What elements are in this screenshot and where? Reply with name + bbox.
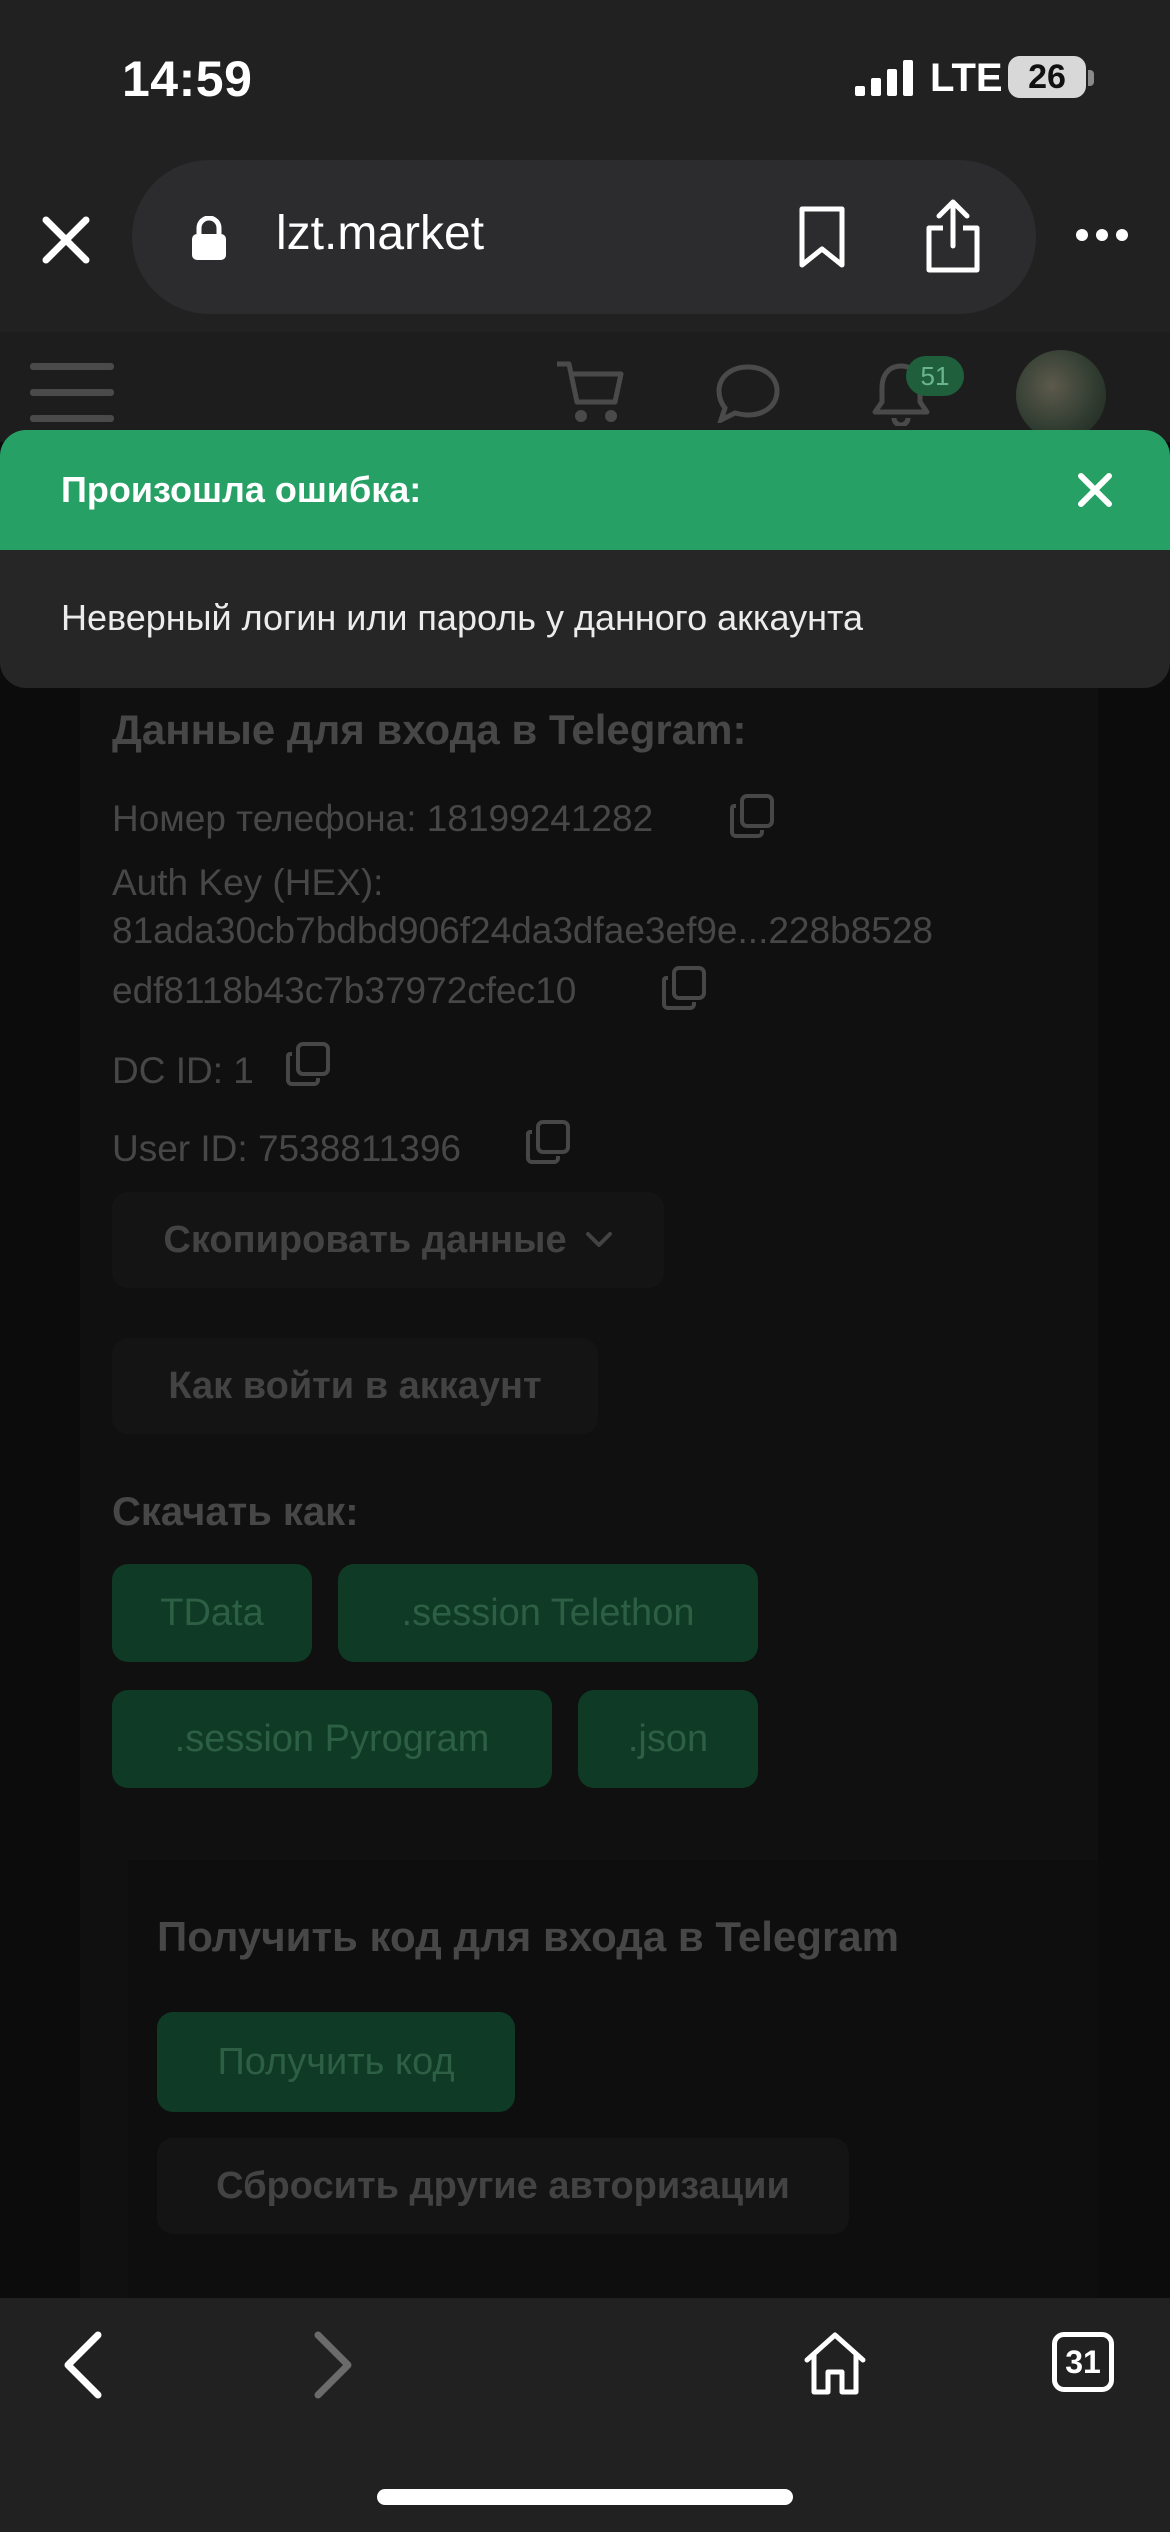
get-code-label: Получить код: [217, 2040, 455, 2083]
download-telethon-label: .session Telethon: [401, 1591, 695, 1634]
url-text[interactable]: lzt.market: [276, 206, 484, 261]
download-json-label: .json: [627, 1717, 709, 1760]
error-message: Неверный логин или пароль у данного акка…: [61, 597, 864, 638]
how-to-login-label: Как войти в аккаунт: [168, 1364, 542, 1407]
download-json-button[interactable]: .json: [578, 1690, 758, 1788]
download-tdata-button[interactable]: TData: [112, 1564, 312, 1662]
bookmark-icon[interactable]: [797, 205, 847, 269]
status-time: 14:59: [122, 51, 253, 107]
download-pyrogram-label: .session Pyrogram: [174, 1717, 490, 1760]
cart-icon[interactable]: [555, 358, 625, 426]
avatar[interactable]: [1016, 350, 1106, 440]
phone-text: Номер телефона: 18199241282: [112, 798, 654, 839]
more-icon[interactable]: [1074, 225, 1130, 245]
network-label: LTE: [930, 56, 1003, 100]
forward-icon[interactable]: [310, 2330, 356, 2400]
copy-icon[interactable]: [728, 792, 776, 840]
chat-icon[interactable]: [715, 363, 781, 423]
close-icon[interactable]: [36, 210, 96, 270]
reset-authorizations-label: Сбросить другие авторизации: [216, 2164, 790, 2207]
close-icon[interactable]: [1075, 470, 1115, 510]
get-code-button[interactable]: Получить код: [157, 2012, 515, 2112]
signal-icon: [855, 60, 913, 96]
copy-icon[interactable]: [284, 1040, 332, 1088]
copy-data-label: Скопировать данные: [163, 1218, 567, 1261]
download-pyrogram-button[interactable]: .session Pyrogram: [112, 1690, 552, 1788]
copy-icon[interactable]: [524, 1118, 572, 1166]
reset-authorizations-button[interactable]: Сбросить другие авторизации: [157, 2138, 849, 2234]
battery-icon: 26: [1008, 56, 1086, 98]
home-icon[interactable]: [802, 2330, 868, 2396]
dc-id-text: DC ID: 1: [112, 1050, 254, 1091]
how-to-login-button[interactable]: Как войти в аккаунт: [112, 1338, 598, 1434]
notifications-badge: 51: [906, 356, 964, 396]
copy-icon[interactable]: [660, 964, 708, 1012]
user-id-text: User ID: 7538811396: [112, 1128, 461, 1169]
address-bar[interactable]: [132, 160, 1036, 314]
back-icon[interactable]: [60, 2330, 106, 2400]
download-heading: Скачать как:: [112, 1490, 359, 1534]
menu-icon[interactable]: [30, 357, 114, 427]
auth-key-line1: 81ada30cb7bdbd906f24da3dfae3ef9e...228b8…: [112, 910, 933, 951]
telegram-heading: Данные для входа в Telegram:: [112, 706, 747, 753]
chevron-down-icon: [585, 1232, 612, 1247]
battery-tip: [1088, 70, 1094, 86]
share-icon[interactable]: [924, 198, 982, 274]
auth-key-label: Auth Key (HEX):: [112, 862, 384, 903]
download-tdata-label: TData: [160, 1591, 264, 1634]
error-title: Произошла ошибка:: [61, 469, 422, 510]
lock-icon: [192, 216, 226, 260]
download-telethon-button[interactable]: .session Telethon: [338, 1564, 758, 1662]
get-code-heading: Получить код для входа в Telegram: [157, 1913, 899, 1960]
home-indicator[interactable]: [377, 2489, 793, 2505]
auth-key-line2: edf8118b43c7b37972cfec10: [112, 970, 577, 1011]
copy-data-button[interactable]: Скопировать данные: [112, 1192, 664, 1288]
tabs-button[interactable]: 31: [1052, 2332, 1114, 2392]
